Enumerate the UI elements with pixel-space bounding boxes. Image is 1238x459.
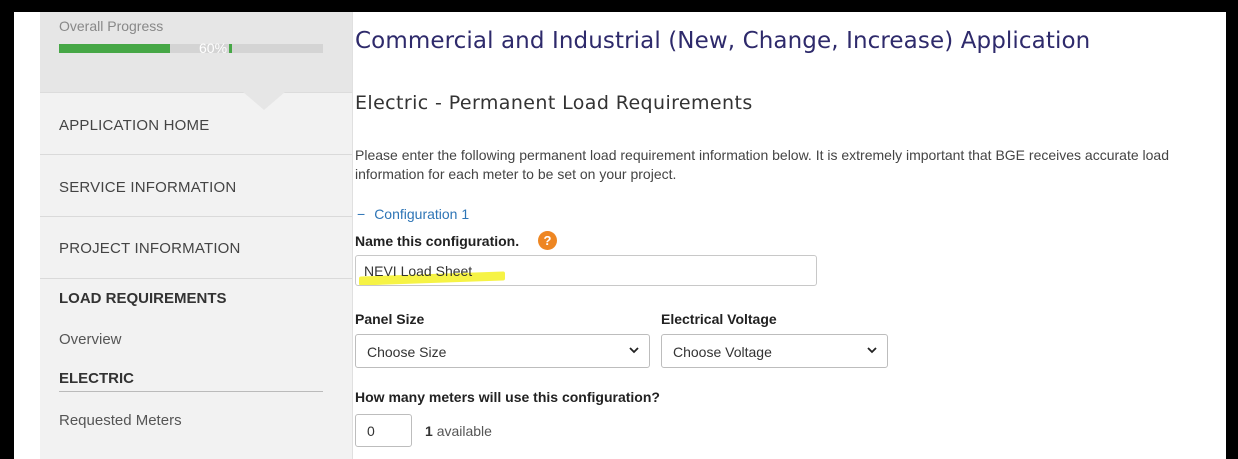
available-text: available	[436, 423, 492, 439]
sidebar-item-application-home[interactable]: APPLICATION HOME	[40, 93, 352, 155]
sidebar-item-label: PROJECT INFORMATION	[59, 240, 241, 257]
available-number: 1	[425, 423, 433, 439]
sidebar: Overall Progress 60% APPLICATION HOME SE…	[40, 12, 353, 459]
chevron-down-icon	[867, 347, 877, 354]
panel-size-label: Panel Size	[355, 311, 425, 327]
sidebar-section-load-requirements[interactable]: LOAD REQUIREMENTS	[59, 290, 227, 307]
available-count: 1 available	[425, 423, 492, 439]
divider	[59, 391, 323, 392]
sidebar-item-label: APPLICATION HOME	[59, 117, 210, 134]
sidebar-item-service-information[interactable]: SERVICE INFORMATION	[40, 155, 352, 217]
page-title: Commercial and Industrial (New, Change, …	[355, 28, 1091, 54]
application-window: Overall Progress 60% APPLICATION HOME SE…	[14, 12, 1226, 459]
collapse-icon: −	[357, 206, 366, 222]
meter-count-input[interactable]: 0	[355, 414, 412, 447]
progress-percent: 60%	[199, 40, 228, 56]
configuration-toggle[interactable]: − Configuration 1	[357, 206, 469, 222]
instructions-text: Please enter the following permanent loa…	[355, 147, 1169, 182]
panel-size-select[interactable]: Choose Size	[355, 334, 650, 368]
meter-count-value: 0	[367, 423, 375, 439]
progress-label: Overall Progress	[59, 18, 164, 34]
config-name-input[interactable]	[355, 255, 817, 286]
chevron-down-icon	[629, 347, 639, 354]
meters-question: How many meters will use this configurat…	[355, 389, 660, 405]
sidebar-item-overview[interactable]: Overview	[59, 331, 122, 348]
main-content: Commercial and Industrial (New, Change, …	[355, 12, 1226, 459]
progress-marker	[229, 44, 232, 53]
voltage-select[interactable]: Choose Voltage	[661, 334, 888, 368]
help-icon[interactable]: ?	[538, 231, 557, 250]
section-title: Electric - Permanent Load Requirements	[355, 92, 753, 114]
overall-progress: Overall Progress 60%	[40, 12, 352, 110]
selected-value: Choose Size	[367, 344, 447, 360]
sidebar-item-label: SERVICE INFORMATION	[59, 179, 237, 196]
sidebar-section-electric[interactable]: ELECTRIC	[59, 370, 134, 387]
selected-value: Choose Voltage	[673, 344, 772, 360]
progress-bar-fill: 60%	[59, 40, 227, 56]
voltage-label: Electrical Voltage	[661, 311, 777, 327]
sidebar-item-project-information[interactable]: PROJECT INFORMATION	[40, 217, 352, 279]
progress-bar: 60%	[59, 40, 323, 56]
sidebar-item-requested-meters[interactable]: Requested Meters	[59, 412, 182, 429]
configuration-label: Configuration 1	[374, 206, 470, 222]
config-name-label: Name this configuration.	[355, 233, 520, 249]
